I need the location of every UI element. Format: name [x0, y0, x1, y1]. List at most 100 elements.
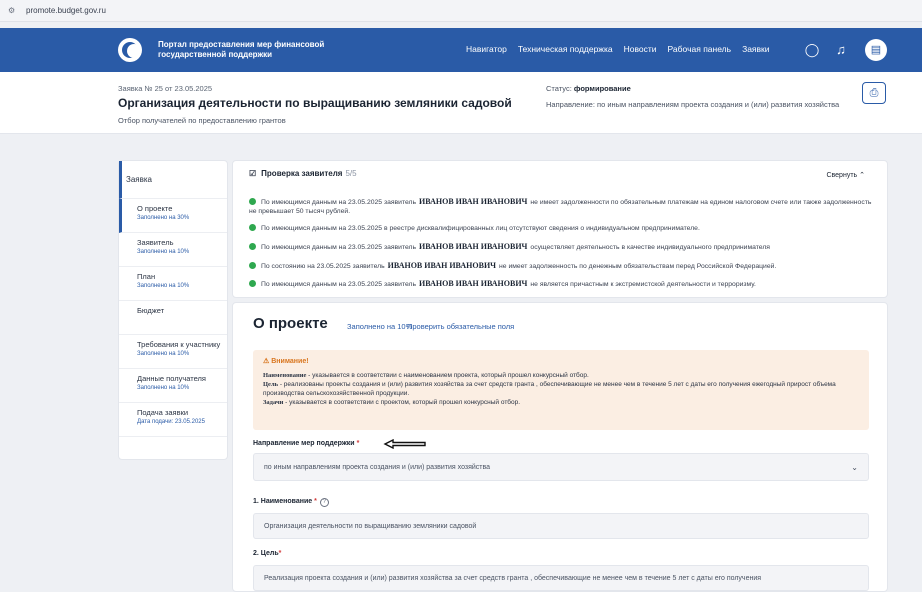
warning-term: Цель	[263, 381, 279, 388]
check-text: не является причастным к экстремистской …	[530, 281, 756, 288]
required-mark: *	[356, 440, 360, 447]
direction-select[interactable]: по иным направлениям проекта создания и …	[253, 453, 869, 481]
sidebar-item-plan[interactable]: План Заполнено на 10%	[119, 267, 227, 301]
check-item: По состоянию на 23.05.2025 заявитель ИВАН…	[249, 261, 879, 271]
sidebar-item-note: Заполнено на 10%	[137, 283, 190, 289]
sidebar-item-label: План	[137, 272, 156, 281]
check-title: Проверка заявителя	[261, 169, 343, 178]
label-text: 1. Наименование	[253, 498, 313, 505]
check-required-fields-link[interactable]: Проверить обязательные поля	[407, 322, 514, 331]
check-item: По имеющимся данным на 23.05.2025 заявит…	[249, 242, 879, 252]
sidebar-item-submit[interactable]: Подача заявки Дата подачи: 23.05.2025	[119, 403, 227, 437]
check-text: По состоянию на 23.05.2025 заявитель	[261, 263, 385, 270]
warning-title-text: Внимание!	[271, 358, 309, 365]
check-circle-icon: ☑	[249, 169, 257, 178]
application-sidebar: Заявка О проекте Заполнено на 30% Заявит…	[118, 160, 228, 460]
application-number: Заявка № 25 от 23.05.2025	[118, 84, 213, 93]
check-item: По имеющимся данным на 23.05.2025 заявит…	[249, 197, 879, 216]
application-status: Статус: формирование	[546, 84, 631, 93]
label-text: 2. Цель	[253, 550, 279, 557]
check-text: осуществляет деятельность в качестве инд…	[530, 244, 770, 251]
required-mark: *	[314, 498, 317, 505]
browser-address-bar[interactable]: ⚙ promote.budget.gov.ru	[0, 0, 922, 22]
check-text: не имеет задолженность по денежным обяза…	[499, 263, 777, 270]
check-text: По имеющимся данным на 23.05.2025 заявит…	[261, 244, 417, 251]
sidebar-item-note: Дата подачи: 23.05.2025	[137, 419, 205, 425]
portal-logo-icon[interactable]	[118, 38, 142, 62]
goal-field-label: 2. Цель*	[253, 550, 281, 557]
chat-icon[interactable]: ◯	[803, 41, 821, 59]
warning-line: Цель - реализованы проекты создания и (и…	[263, 380, 859, 398]
sidebar-header[interactable]: Заявка	[119, 161, 227, 199]
nav-applications[interactable]: Заявки	[742, 44, 769, 54]
check-text: По имеющимся данным на 23.05.2025 заявит…	[261, 199, 417, 206]
warning-line: Задачи - указывается в соответствии с пр…	[263, 398, 859, 407]
applicant-name: ИВАНОВ ИВАН ИВАНОВИЧ	[419, 279, 528, 288]
check-text: По имеющимся данным на 23.05.2025 заявит…	[261, 281, 417, 288]
check-ok-icon	[249, 198, 256, 205]
warning-text: - указывается в соответствии с наименова…	[306, 372, 589, 379]
warning-term: Задачи	[263, 399, 284, 406]
help-icon[interactable]: ?	[319, 498, 329, 507]
print-button[interactable]: ⎙	[862, 82, 886, 104]
sidebar-item-label: Бюджет	[137, 306, 165, 315]
sidebar-item-label: О проекте	[137, 204, 173, 213]
arrow-left-icon	[383, 439, 426, 449]
sidebar-item-label: Требования к участнику	[137, 340, 221, 349]
check-ok-icon	[249, 280, 256, 287]
warning-title: ⚠ Внимание!	[263, 357, 859, 365]
chevron-down-icon: ⌄	[851, 463, 858, 472]
select-value: по иным направлениям проекта создания и …	[264, 464, 491, 471]
check-item: По имеющимся данным на 23.05.2025 заявит…	[249, 279, 879, 289]
nav-news[interactable]: Новости	[624, 44, 657, 54]
applicant-name: ИВАНОВ ИВАН ИВАНОВИЧ	[387, 261, 497, 270]
warning-term: Наименование	[263, 372, 307, 379]
nav-navigator[interactable]: Навигатор	[466, 44, 507, 54]
check-ok-icon	[249, 262, 256, 269]
warning-line: Наименование - указывается в соответстви…	[263, 371, 859, 380]
sidebar-item-note: Заполнено на 10%	[137, 385, 190, 391]
nav-tech-support[interactable]: Техническая поддержка	[518, 44, 613, 54]
about-fill-status: Заполнено на 10%	[347, 322, 413, 331]
url-text: promote.budget.gov.ru	[26, 6, 106, 15]
sidebar-item-applicant[interactable]: Заявитель Заполнено на 10%	[119, 233, 227, 267]
applicant-name: ИВАНОВ ИВАН ИВАНОВИЧ	[419, 242, 528, 251]
status-value: формирование	[573, 84, 631, 93]
portal-title[interactable]: Портал предоставления мер финансовой гос…	[158, 40, 358, 60]
check-text: По имеющимся данным на 23.05.2025 в реес…	[261, 225, 700, 232]
about-project-card: О проекте Заполнено на 10% Проверить обя…	[232, 302, 888, 592]
portal-header: Портал предоставления мер финансовой гос…	[0, 28, 922, 72]
collapse-button[interactable]: Свернуть ⌃	[826, 171, 865, 179]
sidebar-item-label: Данные получателя	[137, 374, 206, 383]
collapse-label: Свернуть	[826, 172, 858, 179]
application-subtitle: Отбор получателей по предоставлению гран…	[118, 116, 286, 125]
application-title: Организация деятельности по выращиванию …	[118, 96, 512, 110]
direction-field-label: Направление мер поддержки *	[253, 440, 359, 447]
sidebar-item-label: Подача заявки	[137, 408, 189, 417]
main-nav: Навигатор Техническая поддержка Новости …	[466, 44, 770, 54]
goal-field[interactable]: Реализация проекта создания и (или) разв…	[253, 565, 869, 591]
check-item: По имеющимся данным на 23.05.2025 в реес…	[249, 224, 879, 233]
check-ok-icon	[249, 243, 256, 250]
warning-text: - реализованы проекты создания и (или) р…	[263, 381, 836, 397]
sidebar-item-recipient-data[interactable]: Данные получателя Заполнено на 10%	[119, 369, 227, 403]
user-menu-icon[interactable]: ▤	[865, 39, 887, 61]
bell-icon[interactable]: ♫	[832, 41, 850, 59]
applicant-check-card: ☑ Проверка заявителя 5/5 Свернуть ⌃ По име…	[232, 160, 888, 298]
sidebar-item-requirements[interactable]: Требования к участнику Заполнено на 10%	[119, 335, 227, 369]
check-header: ☑ Проверка заявителя 5/5	[249, 169, 357, 178]
sidebar-item-note: Заполнено на 30%	[137, 215, 190, 221]
sidebar-item-note: Заполнено на 10%	[137, 249, 190, 255]
sidebar-item-label: Заявитель	[137, 238, 174, 247]
sidebar-item-note: Заполнено на 10%	[137, 351, 190, 357]
nav-dashboard[interactable]: Рабочая панель	[668, 44, 732, 54]
sidebar-item-about[interactable]: О проекте Заполнено на 30%	[119, 199, 227, 233]
name-field[interactable]: Организация деятельности по выращиванию …	[253, 513, 869, 539]
name-field-label: 1. Наименование *?	[253, 498, 329, 507]
sidebar-item-budget[interactable]: Бюджет	[119, 301, 227, 335]
check-count: 5/5	[345, 169, 357, 178]
warning-icon: ⚠	[263, 358, 270, 365]
status-label: Статус:	[546, 84, 572, 93]
chevron-up-icon: ⌃	[859, 172, 865, 179]
site-settings-icon[interactable]: ⚙	[8, 6, 20, 16]
